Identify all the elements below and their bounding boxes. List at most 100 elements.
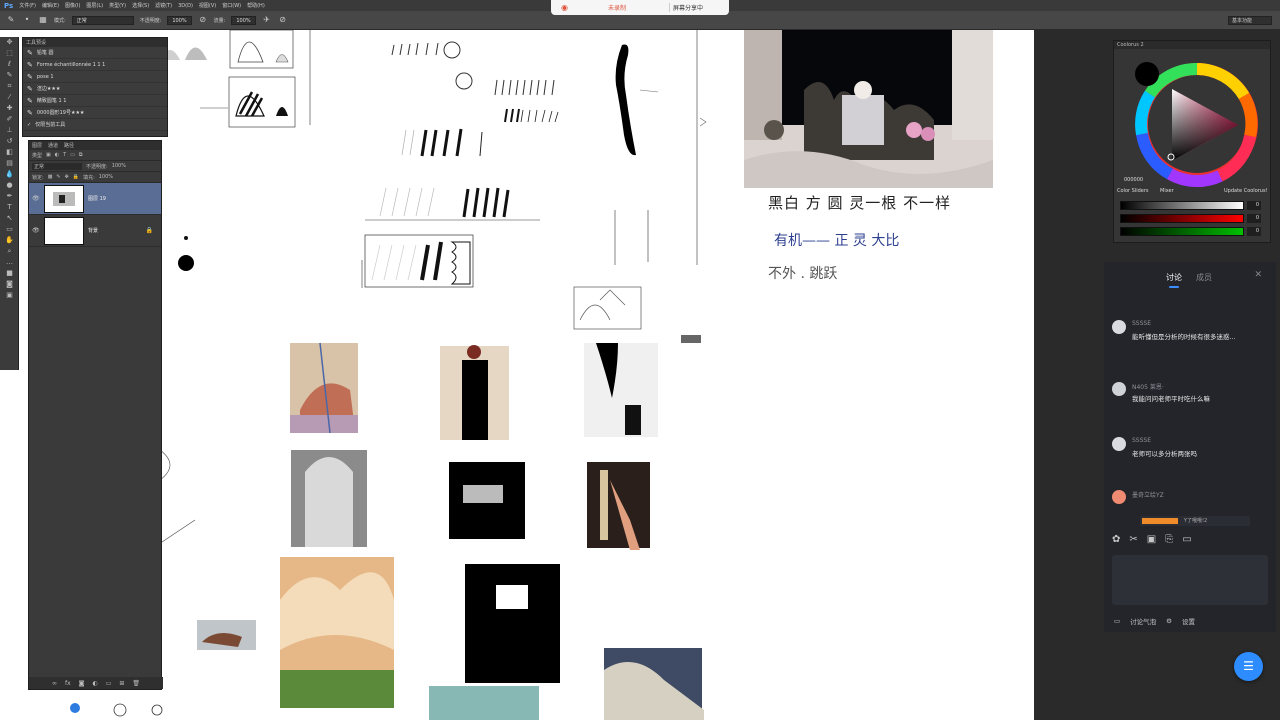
chat-input[interactable] [1112,555,1268,605]
mic-off-icon[interactable]: ◉ [561,3,568,12]
preset-item[interactable]: ✎ 渲边★★★ [23,83,167,95]
screen-mode-icon[interactable]: ▣ [0,290,19,301]
emoji-icon[interactable]: ✿ [1112,534,1120,545]
tab-tool-presets[interactable]: 工具预设 [26,39,46,46]
workspace-select[interactable]: 基本功能 [1228,16,1272,25]
tab-mixer[interactable]: Mixer [1160,188,1174,194]
floating-chat-button[interactable]: ☰ [1234,652,1263,681]
image-icon[interactable]: ▣ [1147,534,1156,545]
menu-view[interactable]: 视图(V) [199,2,216,9]
menu-3d[interactable]: 3D(D) [178,3,193,9]
reference-photo[interactable] [744,30,993,188]
flow-field[interactable]: 100% [231,15,256,25]
pressure-opacity-icon[interactable]: ⊘ [198,15,208,25]
hex-value[interactable]: 000000 [1124,177,1143,183]
menu-select[interactable]: 选择(S) [132,2,149,9]
preset-item[interactable]: ✎ pose 1 [23,71,167,83]
menu-filter[interactable]: 滤镜(T) [155,2,172,9]
type-tool-icon[interactable]: T [0,202,19,213]
stamp-tool-icon[interactable]: ⊥ [0,125,19,136]
current-tool-only-checkbox[interactable]: ✓ 仅限当前工具 [23,119,167,131]
new-group-icon[interactable]: ▭ [106,680,112,687]
menu-edit[interactable]: 编辑(E) [42,2,59,9]
preset-item[interactable]: ✎ Forme échantillonnée 1 1 1 [23,59,167,71]
lasso-tool-icon[interactable]: ℓ [0,59,19,70]
slider-value[interactable]: 0 [1247,214,1261,223]
more-tools-icon[interactable]: … [0,257,19,268]
zoom-tool-icon[interactable]: ⌕ [0,246,19,257]
brush-panel-icon[interactable]: ▦ [38,15,48,25]
blur-tool-icon[interactable]: 💧 [0,169,19,180]
preset-item[interactable]: ✎ 0000圆形19号★★★ [23,107,167,119]
filter-kind-select[interactable]: 类型 [32,152,42,159]
bubble-toggle[interactable]: 讨论气泡 [1130,616,1156,626]
quick-select-tool-icon[interactable]: ✎ [0,70,19,81]
layer-opacity-field[interactable]: 100% [112,163,126,169]
preset-item[interactable]: ✎ 铅笔 圆 [23,47,167,59]
gradient-tool-icon[interactable]: ▤ [0,158,19,169]
hand-tool-icon[interactable]: ✋ [0,235,19,246]
recording-indicator[interactable]: ◉ 未录制 屏幕分享中 [551,0,729,15]
mode-select[interactable]: 正常 [71,15,134,25]
chat-bubble-icon[interactable]: ▭ [1182,534,1191,545]
brush-size-icon[interactable]: • [22,15,32,25]
lock-position-icon[interactable]: ✥ [65,174,69,180]
bubble-icon[interactable]: ▭ [1114,617,1120,625]
gear-icon[interactable]: ⚙ [1166,617,1172,625]
menu-file[interactable]: 文件(F) [19,2,36,9]
settings-link[interactable]: 设置 [1182,616,1195,626]
filter-adjust-icon[interactable]: ◐ [55,152,59,158]
menu-window[interactable]: 窗口(W) [222,2,241,9]
color-swatches-icon[interactable]: ■ [0,268,19,279]
dodge-tool-icon[interactable]: ● [0,180,19,191]
add-mask-icon[interactable]: ◙ [79,680,85,687]
reply-preview[interactable]: Y了哦哦!2 [1140,516,1250,526]
layer-style-icon[interactable]: fx [65,680,71,687]
tab-discussion[interactable]: 讨论 [1166,272,1182,288]
filter-smart-icon[interactable]: ⧉ [79,152,83,158]
preset-item[interactable]: ✎ 精致圆笔 1 1 [23,95,167,107]
layer-fill-field[interactable]: 100% [99,174,113,180]
crop-tool-icon[interactable]: ⌗ [0,81,19,92]
airbrush-icon[interactable]: ✈ [262,15,272,25]
menu-type[interactable]: 类型(Y) [109,2,126,9]
brush-tool-icon[interactable]: ✐ [0,114,19,125]
close-icon[interactable]: ✕ [1254,270,1262,280]
layer-name[interactable]: 背景 [88,227,98,234]
layer-row[interactable]: 👁 背景 🔒 [29,215,161,247]
avatar[interactable] [1112,320,1126,334]
tab-channels[interactable]: 通道 [48,142,58,149]
avatar[interactable] [1112,437,1126,451]
visibility-eye-icon[interactable]: 👁 [32,195,40,202]
opacity-field[interactable]: 100% [167,15,192,25]
update-link[interactable]: Update Coolorus! [1224,188,1268,194]
tab-paths[interactable]: 路径 [64,142,74,149]
marquee-tool-icon[interactable]: ⬚ [0,48,19,59]
pen-tool-icon[interactable]: ✒ [0,191,19,202]
menu-layer[interactable]: 图层(L) [86,2,103,9]
lock-transparency-icon[interactable]: ▩ [48,174,53,180]
path-select-tool-icon[interactable]: ↖ [0,213,19,224]
quick-mask-icon[interactable]: ◙ [0,279,19,290]
new-layer-icon[interactable]: ⊞ [119,680,124,687]
blend-mode-select[interactable]: 正常 [32,162,82,170]
layer-name[interactable]: 图层 19 [88,195,106,202]
brush-tool-icon[interactable]: ✎ [6,15,16,25]
avatar[interactable] [1112,490,1126,504]
filter-type-icon[interactable]: T [63,152,66,158]
tab-color-sliders[interactable]: Color Sliders [1117,188,1149,194]
adjustment-layer-icon[interactable]: ◐ [92,680,97,687]
filter-shape-icon[interactable]: ▭ [70,152,75,158]
slider-green[interactable] [1120,227,1244,236]
tab-layers[interactable]: 图层 [32,142,42,149]
color-wheel[interactable] [1114,49,1272,189]
slider-value[interactable]: 0 [1247,201,1261,210]
slider-red[interactable] [1120,214,1244,223]
lock-all-icon[interactable]: 🔒 [73,174,79,180]
history-brush-icon[interactable]: ↺ [0,136,19,147]
avatar[interactable] [1112,382,1126,396]
link-layers-icon[interactable]: ∞ [52,680,57,687]
menu-help[interactable]: 帮助(H) [247,2,265,9]
move-tool-icon[interactable]: ✥ [0,37,19,48]
eyedropper-tool-icon[interactable]: ⁄ [0,92,19,103]
